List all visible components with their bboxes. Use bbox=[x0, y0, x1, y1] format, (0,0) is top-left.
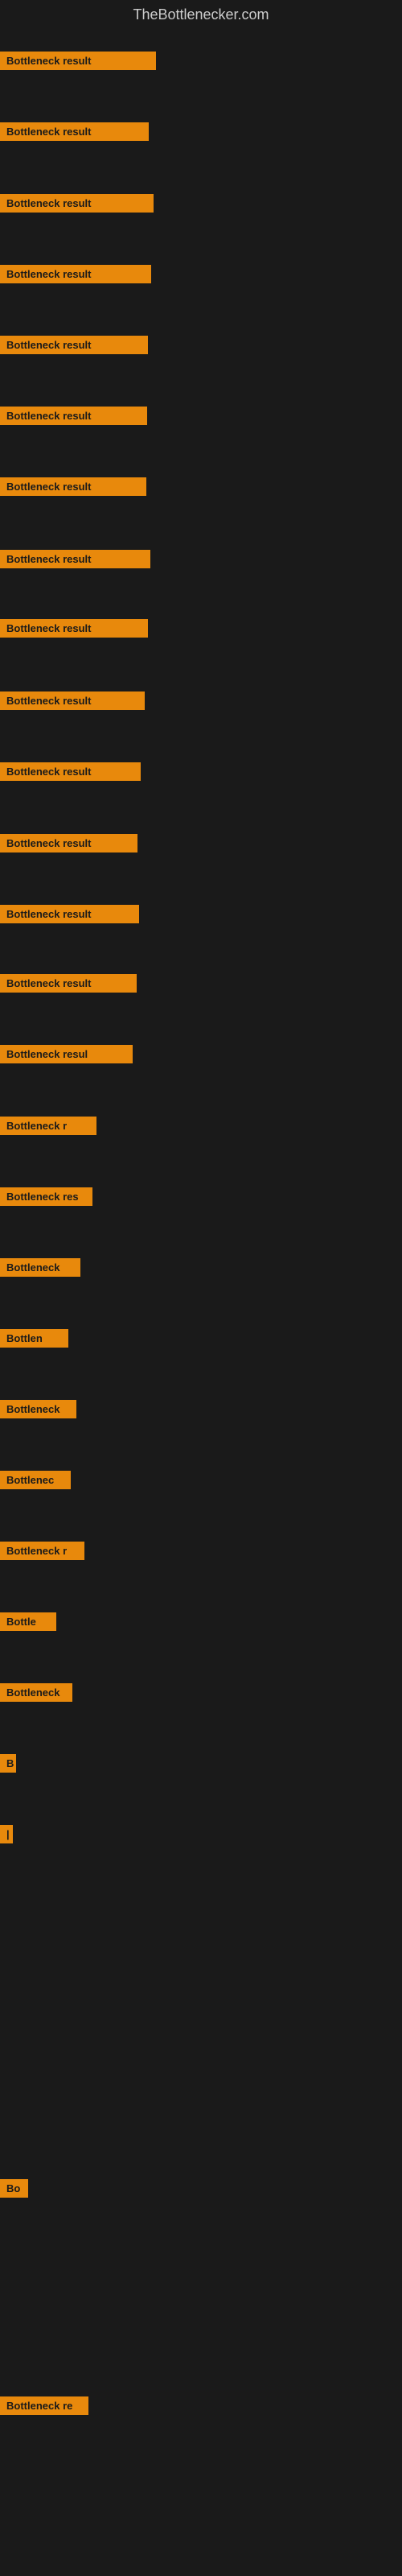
bottleneck-item-8: Bottleneck result bbox=[0, 550, 150, 572]
bottleneck-item-19: Bottlen bbox=[0, 1329, 68, 1352]
bottleneck-item-3: Bottleneck result bbox=[0, 194, 154, 217]
bottleneck-label-5: Bottleneck result bbox=[0, 336, 148, 354]
bottleneck-item-13: Bottleneck result bbox=[0, 905, 139, 927]
bottleneck-item-9: Bottleneck result bbox=[0, 619, 148, 642]
bottleneck-item-25: B bbox=[0, 1754, 16, 1777]
bottleneck-item-15: Bottleneck resul bbox=[0, 1045, 133, 1067]
bottleneck-label-10: Bottleneck result bbox=[0, 691, 145, 710]
bottleneck-item-22: Bottleneck r bbox=[0, 1542, 84, 1564]
bottleneck-item-14: Bottleneck result bbox=[0, 974, 137, 997]
bottleneck-label-18: Bottleneck bbox=[0, 1258, 80, 1277]
bottleneck-item-2: Bottleneck result bbox=[0, 122, 149, 145]
bottleneck-label-27: Bo bbox=[0, 2179, 28, 2198]
bottleneck-item-5: Bottleneck result bbox=[0, 336, 148, 358]
bottleneck-item-26: | bbox=[0, 1825, 13, 1847]
bottleneck-label-4: Bottleneck result bbox=[0, 265, 151, 283]
bottleneck-item-12: Bottleneck result bbox=[0, 834, 137, 857]
bottleneck-item-21: Bottlenec bbox=[0, 1471, 71, 1493]
bottleneck-label-12: Bottleneck result bbox=[0, 834, 137, 852]
bottleneck-label-15: Bottleneck resul bbox=[0, 1045, 133, 1063]
bottleneck-item-10: Bottleneck result bbox=[0, 691, 145, 714]
bottleneck-item-6: Bottleneck result bbox=[0, 407, 147, 429]
bottleneck-label-9: Bottleneck result bbox=[0, 619, 148, 638]
bottleneck-label-14: Bottleneck result bbox=[0, 974, 137, 993]
bottleneck-label-19: Bottlen bbox=[0, 1329, 68, 1348]
bottleneck-label-28: Bottleneck re bbox=[0, 2396, 88, 2415]
bottleneck-label-24: Bottleneck bbox=[0, 1683, 72, 1702]
bottleneck-item-23: Bottle bbox=[0, 1612, 56, 1635]
bottleneck-label-2: Bottleneck result bbox=[0, 122, 149, 141]
bottleneck-item-4: Bottleneck result bbox=[0, 265, 151, 287]
bottleneck-item-18: Bottleneck bbox=[0, 1258, 80, 1281]
bottleneck-item-27: Bo bbox=[0, 2179, 28, 2202]
bottleneck-item-16: Bottleneck r bbox=[0, 1117, 96, 1139]
bottleneck-item-17: Bottleneck res bbox=[0, 1187, 92, 1210]
bottleneck-item-20: Bottleneck bbox=[0, 1400, 76, 1422]
bottleneck-label-16: Bottleneck r bbox=[0, 1117, 96, 1135]
bottleneck-item-7: Bottleneck result bbox=[0, 477, 146, 500]
bottleneck-label-7: Bottleneck result bbox=[0, 477, 146, 496]
bottleneck-label-26: | bbox=[0, 1825, 13, 1843]
bottleneck-label-6: Bottleneck result bbox=[0, 407, 147, 425]
bottleneck-label-3: Bottleneck result bbox=[0, 194, 154, 213]
bottleneck-label-11: Bottleneck result bbox=[0, 762, 141, 781]
site-title: TheBottlenecker.com bbox=[0, 0, 402, 30]
bottleneck-item-28: Bottleneck re bbox=[0, 2396, 88, 2419]
bottleneck-label-25: B bbox=[0, 1754, 16, 1773]
bottleneck-label-22: Bottleneck r bbox=[0, 1542, 84, 1560]
bottleneck-label-8: Bottleneck result bbox=[0, 550, 150, 568]
bottleneck-label-17: Bottleneck res bbox=[0, 1187, 92, 1206]
bottleneck-label-13: Bottleneck result bbox=[0, 905, 139, 923]
bottleneck-item-11: Bottleneck result bbox=[0, 762, 141, 785]
bottleneck-label-20: Bottleneck bbox=[0, 1400, 76, 1418]
bottleneck-label-1: Bottleneck result bbox=[0, 52, 156, 70]
bottleneck-label-21: Bottlenec bbox=[0, 1471, 71, 1489]
bottleneck-item-24: Bottleneck bbox=[0, 1683, 72, 1706]
bottleneck-item-1: Bottleneck result bbox=[0, 52, 156, 74]
bottleneck-label-23: Bottle bbox=[0, 1612, 56, 1631]
